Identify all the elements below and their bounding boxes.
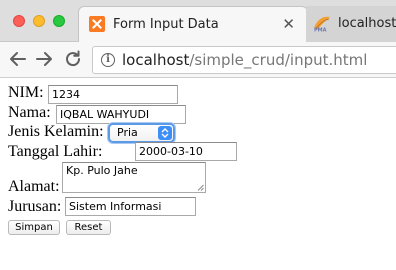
tab-bar: Form Input Data ✕ PMA localhost / xyxy=(0,0,396,42)
jenis-kelamin-select[interactable]: Pria xyxy=(108,123,175,143)
alamat-label: Alamat: xyxy=(8,178,60,195)
tab-title: Form Input Data xyxy=(113,17,219,32)
resize-grip-icon[interactable] xyxy=(197,184,204,191)
tab-localhost[interactable]: PMA localhost / xyxy=(306,6,396,42)
close-tab-icon[interactable]: ✕ xyxy=(282,15,295,33)
alamat-value: Kp. Pulo Jahe xyxy=(66,164,138,177)
phpmyadmin-favicon-icon: PMA xyxy=(314,16,330,33)
nim-input[interactable]: 1234 xyxy=(48,85,178,104)
reload-icon[interactable] xyxy=(63,49,83,69)
alamat-textarea[interactable]: Kp. Pulo Jahe xyxy=(62,162,206,193)
jurusan-label: Jurusan: xyxy=(8,198,62,215)
svg-text:PMA: PMA xyxy=(314,28,327,33)
simpan-button[interactable]: Simpan xyxy=(8,220,60,235)
nama-input[interactable]: IQBAL WAHYUDI xyxy=(56,105,186,124)
select-arrows-icon xyxy=(158,126,172,140)
tab-form-input-data[interactable]: Form Input Data ✕ xyxy=(78,6,308,42)
url-path: /simple_crud/input.html xyxy=(189,51,368,69)
zoom-window-button[interactable] xyxy=(53,15,65,27)
forward-arrow-icon[interactable] xyxy=(34,49,54,69)
jenis-kelamin-label: Jenis Kelamin: xyxy=(8,123,104,140)
tab-title: localhost / xyxy=(338,16,396,31)
minimize-window-button[interactable] xyxy=(33,15,45,27)
info-icon[interactable]: i xyxy=(101,53,115,67)
url-host: localhost xyxy=(122,51,190,69)
jurusan-input[interactable]: Sistem Informasi xyxy=(65,197,196,216)
back-arrow-icon[interactable] xyxy=(8,49,28,69)
xampp-favicon-icon xyxy=(89,16,105,32)
address-bar[interactable]: i localhost/simple_crud/input.html xyxy=(92,46,396,74)
nama-label: Nama: xyxy=(8,104,51,121)
url-text: localhost/simple_crud/input.html xyxy=(122,51,367,69)
tanggal-lahir-label: Tanggal Lahir: xyxy=(8,143,103,160)
jenis-kelamin-selected: Pria xyxy=(117,126,138,139)
nim-label: NIM: xyxy=(8,84,44,101)
tanggal-lahir-input[interactable]: 2000-03-10 xyxy=(135,142,237,161)
close-window-button[interactable] xyxy=(13,15,25,27)
page-content: NIM: 1234 Nama: IQBAL WAHYUDI Jenis Kela… xyxy=(0,78,396,270)
reset-button[interactable]: Reset xyxy=(66,220,111,235)
browser-toolbar: i localhost/simple_crud/input.html xyxy=(0,42,396,78)
